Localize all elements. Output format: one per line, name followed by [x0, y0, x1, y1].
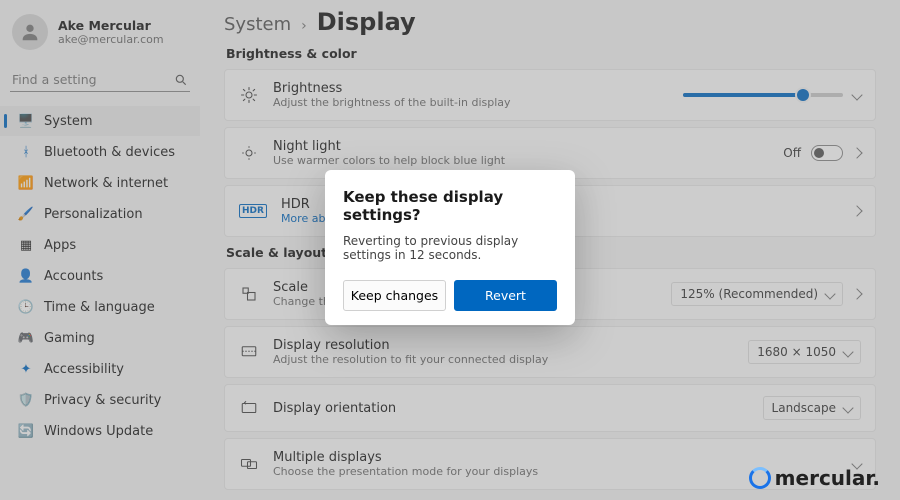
- dialog-body: Reverting to previous display settings i…: [343, 234, 557, 262]
- watermark: mercular.: [749, 466, 880, 490]
- keep-settings-dialog: Keep these display settings? Reverting t…: [325, 170, 575, 325]
- revert-button[interactable]: Revert: [454, 280, 557, 311]
- keep-changes-button[interactable]: Keep changes: [343, 280, 446, 311]
- dialog-title: Keep these display settings?: [343, 188, 557, 224]
- modal-overlay: Keep these display settings? Reverting t…: [0, 0, 900, 500]
- mercular-logo-icon: [749, 467, 771, 489]
